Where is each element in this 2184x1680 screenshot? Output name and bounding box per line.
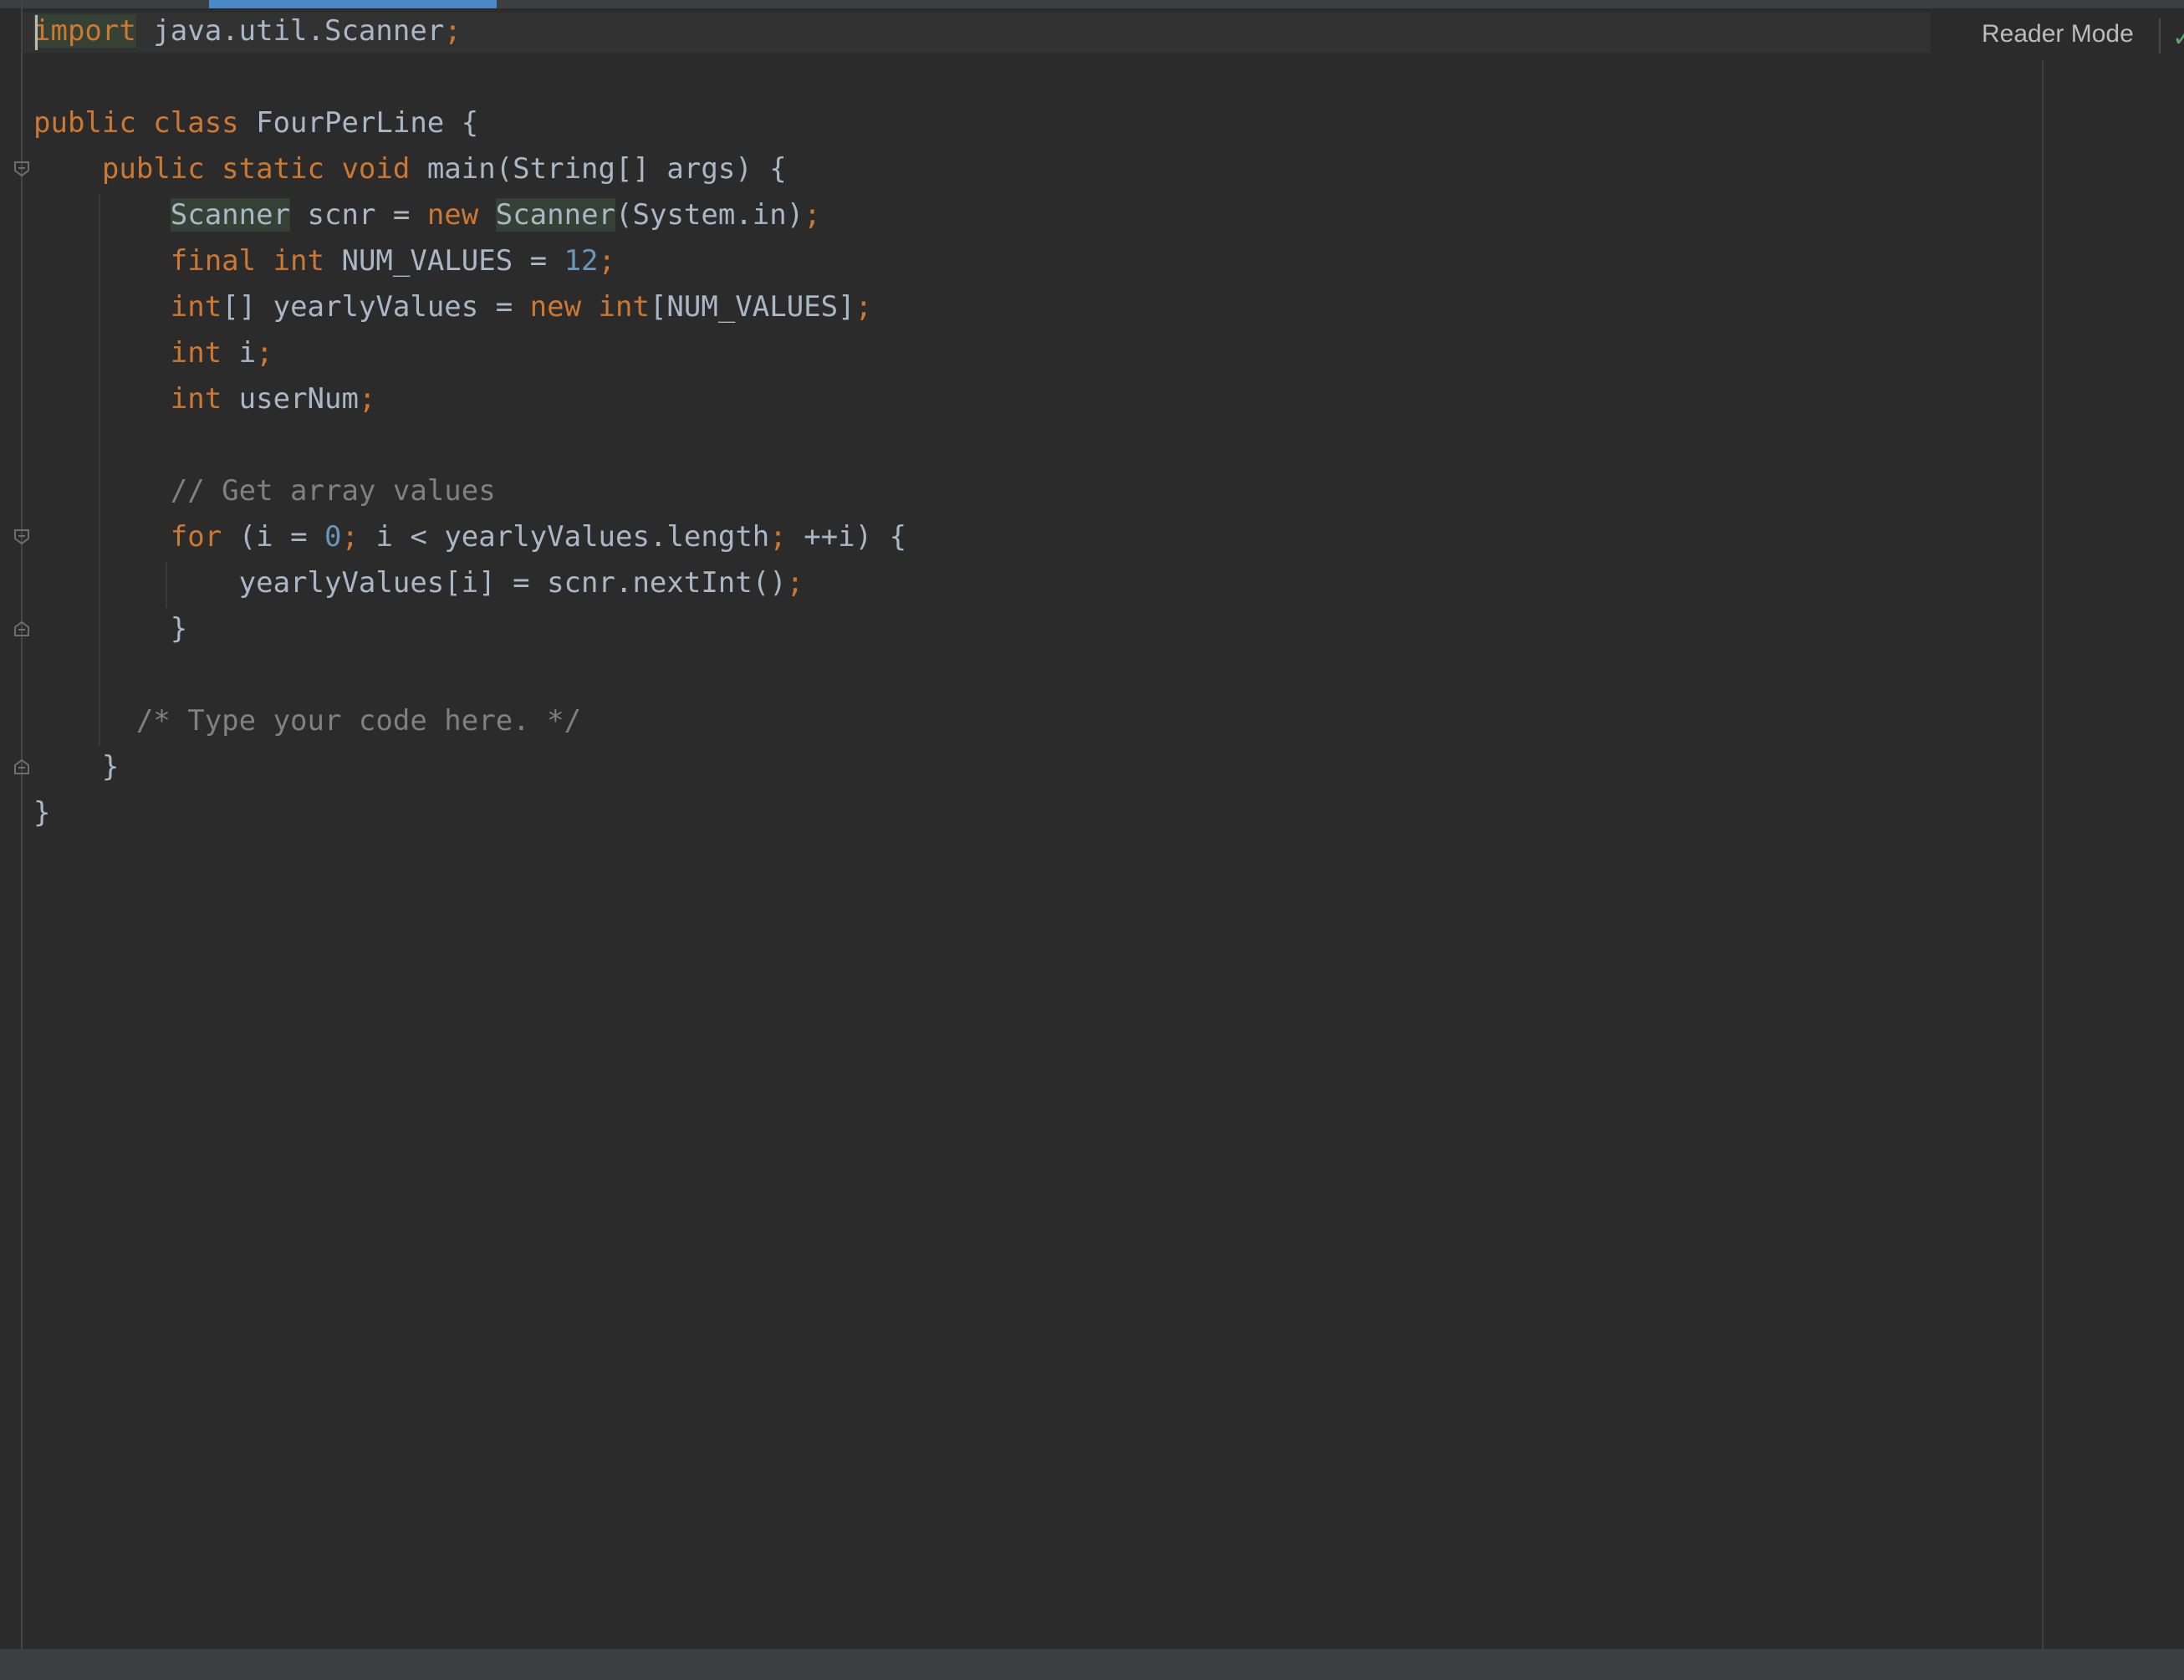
right-margin-guide [2042, 60, 2044, 1649]
code-line[interactable]: import java.util.Scanner; [33, 8, 462, 54]
code-line[interactable]: final int NUM_VALUES = 12; [33, 238, 615, 284]
code-line[interactable]: public class FourPerLine { [33, 100, 478, 146]
code-line[interactable]: } [33, 744, 119, 790]
active-tab-indicator[interactable] [209, 0, 497, 8]
reader-mode-button[interactable]: Reader Mode [1982, 20, 2134, 49]
code-line[interactable]: // Get array values [33, 468, 496, 514]
code-line[interactable]: } [33, 790, 50, 836]
code-line[interactable]: int userNum; [33, 376, 376, 422]
status-bar [0, 1649, 2184, 1680]
fold-marker-icon[interactable] [13, 529, 30, 545]
code-line[interactable]: int i; [33, 330, 273, 376]
code-line[interactable]: for (i = 0; i < yearlyValues.length; ++i… [33, 514, 906, 560]
inspection-status-icon[interactable]: ✓ [2172, 23, 2184, 53]
fold-end-marker-icon[interactable] [13, 758, 30, 775]
code-line[interactable]: yearlyValues[i] = scnr.nextInt(); [33, 560, 804, 606]
gutter-divider [21, 0, 23, 1649]
toolbar-separator [2159, 18, 2161, 54]
text-caret [35, 15, 38, 50]
code-line[interactable]: public static void main(String[] args) { [33, 146, 787, 192]
code-line[interactable]: Scanner scnr = new Scanner(System.in); [33, 192, 821, 238]
code-line[interactable]: int[] yearlyValues = new int[NUM_VALUES]… [33, 284, 872, 330]
code-line[interactable]: } [33, 606, 187, 652]
fold-marker-icon[interactable] [13, 161, 30, 177]
fold-end-marker-icon[interactable] [13, 620, 30, 637]
code-line[interactable]: /* Type your code here. */ [33, 698, 581, 744]
